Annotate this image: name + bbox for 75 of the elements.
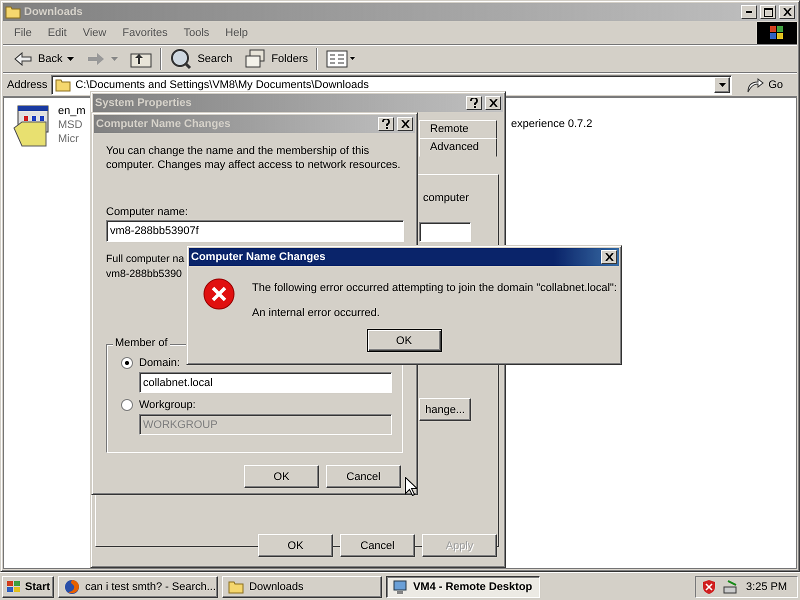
menu-item[interactable]: Edit xyxy=(40,24,74,40)
error-icon xyxy=(203,278,235,310)
file-name: experience 0.7.2 xyxy=(511,118,592,130)
search-icon xyxy=(170,48,192,70)
menu-item[interactable]: Help xyxy=(218,24,255,40)
window-title: Computer Name Changes xyxy=(96,118,232,130)
close-icon xyxy=(400,120,410,128)
close-button[interactable] xyxy=(601,250,617,264)
forward-arrow-icon xyxy=(86,51,106,67)
text-field[interactable] xyxy=(419,222,471,242)
window-title: System Properties xyxy=(95,97,193,109)
clock: 3:25 PM xyxy=(746,580,787,592)
help-icon xyxy=(382,119,390,129)
folder-icon xyxy=(5,5,21,19)
tab[interactable]: Advanced xyxy=(419,138,497,157)
menu-item[interactable]: Tools xyxy=(176,24,216,40)
error-message: The following error occurred attempting to join the domain "collabnet.local": xyxy=(252,282,617,294)
windows-logo-icon xyxy=(6,580,22,594)
file-detail: Micr xyxy=(58,132,79,146)
caret-icon xyxy=(718,83,726,87)
group-label: Member of xyxy=(113,337,170,349)
minimize-icon xyxy=(746,11,752,13)
search-button[interactable]: Search xyxy=(166,46,236,72)
folders-icon xyxy=(244,49,266,69)
folder-icon xyxy=(55,78,72,92)
window-title: Computer Name Changes xyxy=(191,251,326,263)
caret-icon xyxy=(111,57,118,61)
browser-icon xyxy=(64,578,80,594)
taskbar-button[interactable]: Downloads xyxy=(222,576,382,598)
close-icon xyxy=(782,8,792,16)
change-button[interactable]: hange... xyxy=(419,398,471,421)
back-arrow-icon xyxy=(13,51,33,67)
cancel-button[interactable]: Cancel xyxy=(340,534,415,557)
tab[interactable]: Remote xyxy=(419,120,497,139)
back-button[interactable]: Back xyxy=(9,49,78,69)
maximize-icon xyxy=(764,8,772,16)
radio-button[interactable] xyxy=(121,357,133,369)
file-detail: MSD xyxy=(58,118,82,132)
shield-icon xyxy=(702,578,716,594)
folders-button[interactable]: Folders xyxy=(240,47,312,71)
computer-name-field[interactable]: vm8-288bb53907f xyxy=(106,220,404,242)
field-label: Computer name: xyxy=(106,206,188,218)
start-button[interactable]: Start xyxy=(2,576,54,598)
go-button[interactable]: Go xyxy=(736,77,793,93)
menu-item[interactable]: View xyxy=(76,24,114,40)
radio-label: Workgroup: xyxy=(139,399,196,411)
window-title: Downloads xyxy=(24,6,84,18)
windows-logo-icon xyxy=(757,22,797,44)
panel-text: computer xyxy=(423,192,469,204)
cancel-button[interactable]: Cancel xyxy=(326,465,401,488)
taskbar-button[interactable]: can i test smth? - Search... xyxy=(58,576,218,598)
mouse-cursor-icon xyxy=(405,477,417,496)
description-text: You can change the name and the membership of this computer. Changes may affect access to network resources. xyxy=(106,144,402,172)
menu-item[interactable]: File xyxy=(7,24,39,40)
curved-arrow-icon xyxy=(746,77,764,93)
menu-item[interactable]: Favorites xyxy=(115,24,175,40)
ok-button[interactable]: OK xyxy=(366,329,442,352)
text-field[interactable]: collabnet.local xyxy=(139,372,392,393)
views-icon xyxy=(326,50,356,68)
file-name: en_m xyxy=(58,104,86,118)
close-icon xyxy=(488,99,498,107)
error-detail: An internal error occurred. xyxy=(252,307,380,319)
ok-button[interactable]: OK xyxy=(244,465,319,488)
taskbar-button[interactable]: VM4 - Remote Desktop xyxy=(386,576,540,598)
address-label: Address xyxy=(7,79,48,91)
folder-icon xyxy=(228,580,244,594)
full-name-text: vm8-288bb5390 xyxy=(106,267,182,282)
close-icon xyxy=(604,253,614,261)
monitor-icon xyxy=(392,578,408,594)
field-label: Full computer na xyxy=(106,252,184,267)
radio-label: Domain: xyxy=(139,357,180,369)
ok-button[interactable]: OK xyxy=(258,534,333,557)
dropdown-button[interactable] xyxy=(714,77,730,93)
help-icon xyxy=(470,98,478,108)
caret-icon xyxy=(67,57,74,61)
